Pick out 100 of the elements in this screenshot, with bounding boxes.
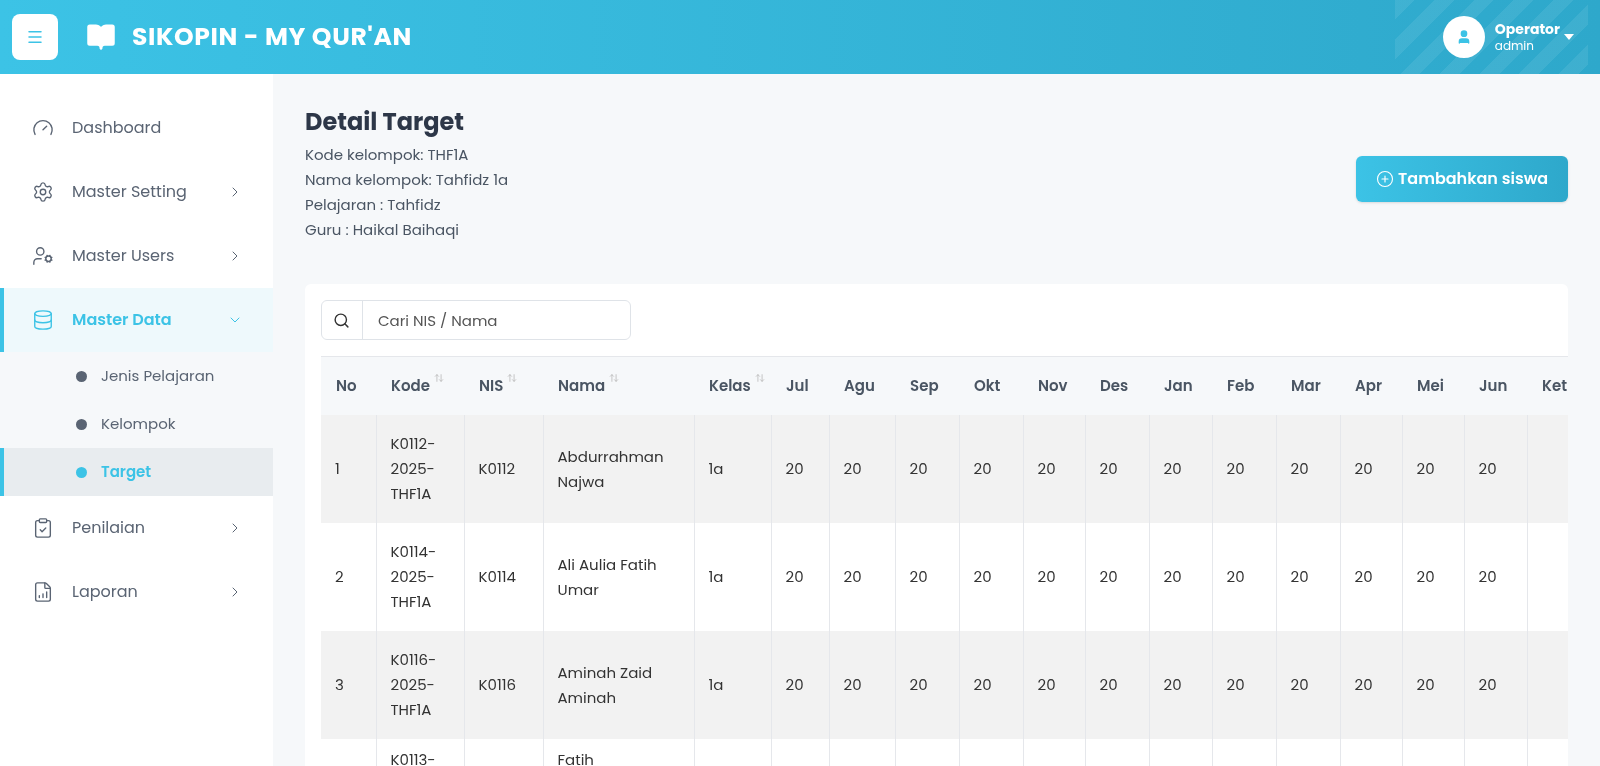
column-header[interactable]: Jan: [1164, 374, 1193, 397]
table-cell: 20: [1212, 522, 1276, 631]
column-header[interactable]: Jun: [1479, 374, 1508, 397]
caret-icon: [1564, 34, 1574, 40]
table-cell: Fatih: [543, 738, 694, 766]
column-header[interactable]: Jul: [786, 374, 809, 397]
table-cell: 20: [895, 630, 959, 739]
table-cell: 20: [1212, 630, 1276, 739]
column-header[interactable]: Des: [1100, 374, 1129, 397]
table-cell: Abdurrahman Najwa: [543, 414, 694, 523]
table-cell: K0116-2025-THF1A: [376, 630, 464, 739]
table-cell: 20: [1340, 414, 1402, 523]
column-header[interactable]: NIS: [479, 374, 518, 397]
column-header[interactable]: Mei: [1417, 374, 1444, 397]
search-icon: [333, 311, 350, 329]
table-cell: 20: [1149, 414, 1212, 523]
table-cell: 20: [1149, 522, 1212, 631]
column-header[interactable]: Agu: [844, 374, 875, 397]
table-cell: 20: [1023, 522, 1085, 631]
table-cell: 20: [771, 630, 829, 739]
table-cell: Aminah Zaid Aminah: [543, 630, 694, 739]
sidebar-item[interactable]: Master Users: [0, 224, 273, 288]
column-header[interactable]: Kode: [391, 374, 444, 397]
gear-icon: [32, 181, 54, 203]
bullet-icon: [76, 466, 87, 478]
column-header[interactable]: Feb: [1227, 374, 1255, 397]
sort-icon: [754, 372, 765, 383]
table-cell: 20: [1149, 630, 1212, 739]
detail-text: Kode kelompok: THF1A: [305, 143, 470, 167]
table-cell: 20: [1276, 522, 1340, 631]
plus-circle-icon: [1376, 170, 1395, 188]
sidebar-item[interactable]: Laporan: [0, 560, 273, 624]
bullet-icon: [76, 418, 87, 430]
menu-button[interactable]: [12, 14, 58, 60]
table-cell: 20: [829, 414, 895, 523]
table-cell: 20: [1340, 522, 1402, 631]
table-cell: 1a: [694, 522, 771, 631]
report-icon: [32, 581, 54, 603]
table-cell: 1a: [694, 414, 771, 523]
table-cell: 20: [1402, 414, 1464, 523]
table-cell: 20: [829, 630, 895, 739]
sort-icon: [507, 372, 518, 383]
detail-text: Pelajaran : Tahfidz: [305, 193, 442, 217]
table-cell: K0113-: [376, 738, 464, 766]
table-cell: 20: [1276, 414, 1340, 523]
table-cell: K0116: [464, 630, 543, 739]
sidebar-item[interactable]: Penilaian: [0, 496, 273, 560]
table-cell: 20: [959, 522, 1023, 631]
user-gear-icon: [32, 245, 54, 267]
column-header[interactable]: Mar: [1291, 374, 1321, 397]
table-cell: 20: [1085, 630, 1149, 739]
table-cell: 20: [771, 522, 829, 631]
table-cell: K0114-2025-THF1A: [376, 522, 464, 631]
app-title: SIKOPIN - MY QUR'AN: [132, 18, 412, 56]
column-header[interactable]: Okt: [974, 374, 1001, 397]
submenu-item[interactable]: Kelompok: [0, 400, 273, 448]
table-cell: 20: [1085, 414, 1149, 523]
bullet-icon: [76, 370, 87, 382]
table-cell: 2: [321, 522, 376, 631]
sidebar-item[interactable]: Master Setting: [0, 160, 273, 224]
column-header[interactable]: Sep: [910, 374, 939, 397]
table-cell: 20: [895, 414, 959, 523]
table-cell: 20: [771, 414, 829, 523]
column-header[interactable]: Nov: [1038, 374, 1068, 397]
table-cell: 20: [1023, 414, 1085, 523]
table-cell: 1: [321, 414, 376, 523]
sidebar-item[interactable]: Dashboard: [0, 96, 273, 160]
table-cell: K0114: [464, 522, 543, 631]
table-cell: 20: [1464, 414, 1527, 523]
detail-text: Nama kelompok: Tahfidz 1a: [305, 168, 510, 192]
table-cell: 20: [1464, 630, 1527, 739]
column-header[interactable]: Nama: [558, 374, 620, 397]
database-icon: [32, 309, 54, 331]
table-cell: 20: [1276, 630, 1340, 739]
menu-icon: [26, 28, 44, 46]
column-header[interactable]: No: [336, 374, 357, 397]
table-cell: K0112: [464, 414, 543, 523]
submenu-item[interactable]: Jenis Pelajaran: [0, 352, 273, 400]
page-title: Detail Target: [305, 104, 466, 140]
search-field[interactable]: Cari NIS / Nama: [321, 300, 631, 340]
table-cell: 20: [1212, 414, 1276, 523]
table-cell: 20: [1340, 630, 1402, 739]
table-cell: Ali Aulia Fatih Umar: [543, 522, 694, 631]
column-header[interactable]: Apr: [1355, 374, 1382, 397]
sort-icon: [609, 372, 620, 383]
table-cell: 20: [1464, 522, 1527, 631]
table-cell: 20: [1023, 630, 1085, 739]
table-cell: K0112-2025-THF1A: [376, 414, 464, 523]
sort-icon: [433, 372, 444, 383]
user-name: Operator: [1494, 20, 1560, 39]
table-cell: 20: [1402, 522, 1464, 631]
table-cell: 20: [959, 630, 1023, 739]
column-header[interactable]: Kelas: [709, 374, 765, 397]
clipboard-check-icon: [32, 517, 54, 539]
user-role: admin: [1494, 38, 1534, 54]
table-cell: 3: [321, 630, 376, 739]
table-cell: 20: [829, 522, 895, 631]
column-header[interactable]: Ket: [1542, 374, 1568, 397]
table-cell: 20: [1085, 522, 1149, 631]
table-cell: 20: [895, 522, 959, 631]
